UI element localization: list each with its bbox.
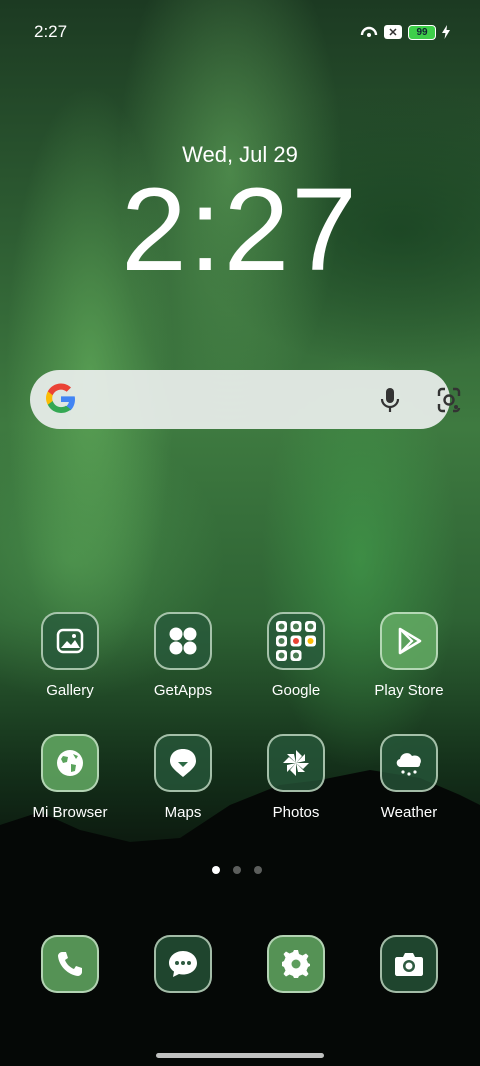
page-dot-2[interactable] xyxy=(233,866,241,874)
gallery-icon xyxy=(41,612,99,670)
google-search-bar[interactable] xyxy=(30,370,461,429)
app-weather[interactable]: Weather xyxy=(354,734,464,821)
settings-icon xyxy=(267,935,325,993)
clock-widget[interactable]: 2:27 xyxy=(0,170,480,290)
status-icons: ✕ 99 xyxy=(360,24,450,40)
app-label: Play Store xyxy=(374,682,444,699)
dock-phone[interactable] xyxy=(15,935,125,993)
battery-level: 99 xyxy=(416,26,428,38)
camera-icon xyxy=(380,935,438,993)
status-bar: 2:27 ✕ 99 xyxy=(34,20,450,44)
app-google-folder[interactable]: Google xyxy=(241,612,351,699)
app-label: Weather xyxy=(380,804,438,821)
no-sim-icon: ✕ xyxy=(384,25,402,39)
app-label: Photos xyxy=(272,804,320,821)
app-gallery[interactable]: Gallery xyxy=(15,612,125,699)
voice-search-icon[interactable] xyxy=(377,386,403,414)
message-icon xyxy=(154,935,212,993)
app-maps[interactable]: Maps xyxy=(128,734,238,821)
google-logo-icon xyxy=(46,383,75,413)
getapps-icon xyxy=(154,612,212,670)
app-label: Gallery xyxy=(46,682,94,699)
home-gesture-bar[interactable] xyxy=(156,1053,324,1058)
status-time: 2:27 xyxy=(34,22,68,41)
app-label: Maps xyxy=(164,804,202,821)
dock-messages[interactable] xyxy=(128,935,238,993)
charging-icon xyxy=(442,25,450,39)
google-folder-icon xyxy=(267,612,325,670)
cloud-icon xyxy=(380,734,438,792)
phone-icon xyxy=(41,935,99,993)
page-dot-3[interactable] xyxy=(254,866,262,874)
app-label: Mi Browser xyxy=(32,804,108,821)
app-photos[interactable]: Photos xyxy=(241,734,351,821)
page-indicator xyxy=(212,866,262,874)
globe-icon xyxy=(41,734,99,792)
dock-settings[interactable] xyxy=(241,935,351,993)
app-label: Google xyxy=(271,682,321,699)
hotspot-icon xyxy=(360,26,378,37)
app-play-store[interactable]: Play Store xyxy=(354,612,464,699)
app-mi-browser[interactable]: Mi Browser xyxy=(15,734,125,821)
map-pin-icon xyxy=(154,734,212,792)
app-getapps[interactable]: GetApps xyxy=(128,612,238,699)
pinwheel-icon xyxy=(267,734,325,792)
google-lens-icon[interactable] xyxy=(435,386,463,414)
battery-icon: 99 xyxy=(408,24,436,40)
dock-camera[interactable] xyxy=(354,935,464,993)
page-dot-1[interactable] xyxy=(212,866,220,874)
play-store-icon xyxy=(380,612,438,670)
app-label: GetApps xyxy=(153,682,213,699)
